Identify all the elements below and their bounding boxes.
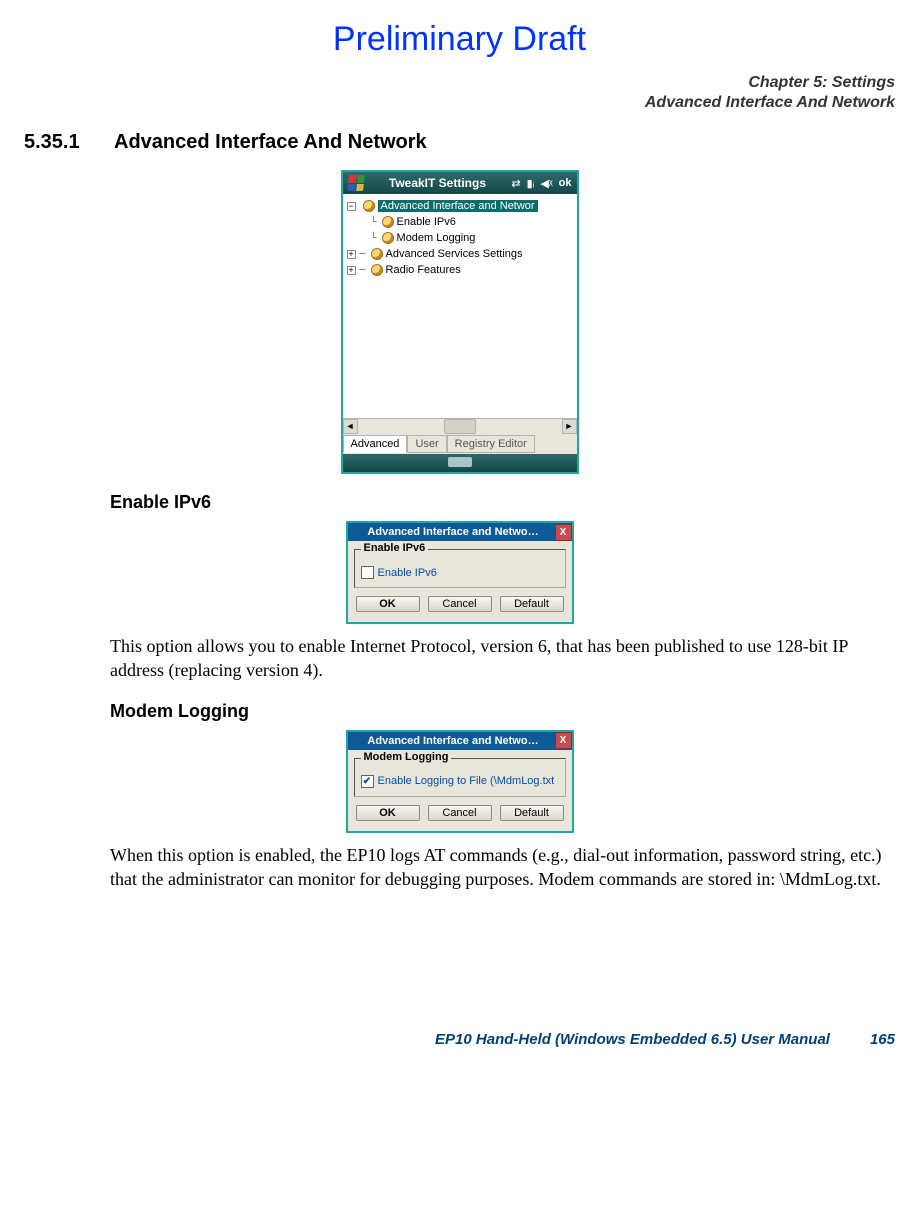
checkbox-enable-ipv6[interactable] — [361, 566, 374, 579]
tree-row[interactable]: └ Modem Logging — [347, 230, 573, 246]
cancel-button[interactable]: Cancel — [428, 596, 492, 612]
tree-item-label[interactable]: Radio Features — [386, 264, 461, 276]
dialog-title: Advanced Interface and Netwo… — [352, 735, 555, 747]
footer-doc-title: EP10 Hand-Held (Windows Embedded 6.5) Us… — [435, 1031, 830, 1048]
tree-row[interactable]: └ Enable IPv6 — [347, 214, 573, 230]
tree-item-label[interactable]: Modem Logging — [397, 232, 476, 244]
default-button[interactable]: Default — [500, 596, 564, 612]
window-bottombar[interactable] — [343, 454, 577, 472]
start-menu-icon[interactable] — [347, 175, 365, 191]
settings-tree[interactable]: − Advanced Interface and Networ └ Enable… — [343, 194, 577, 418]
footer-page-number: 165 — [870, 1031, 895, 1048]
checkbox-enable-logging[interactable]: ✔ — [361, 775, 374, 788]
gear-icon — [382, 232, 394, 244]
tab-strip: Advanced User Registry Editor — [343, 434, 577, 454]
fieldset-legend: Enable IPv6 — [361, 542, 429, 554]
ok-button[interactable]: ok — [559, 177, 572, 190]
fieldset-legend: Modem Logging — [361, 751, 452, 763]
fieldset-enable-ipv6: Enable IPv6 Enable IPv6 — [354, 549, 566, 588]
manual-page: Preliminary Draft Chapter 5: Settings Ad… — [0, 0, 919, 1068]
subheading-modem-logging: Modem Logging — [110, 701, 895, 722]
ok-button[interactable]: OK — [356, 805, 420, 821]
preliminary-draft-label: Preliminary Draft — [24, 20, 895, 59]
tab-user[interactable]: User — [407, 435, 446, 453]
dialog-modem-logging: Advanced Interface and Netwo… X Modem Lo… — [346, 730, 574, 833]
dialog-enable-ipv6: Advanced Interface and Netwo… X Enable I… — [346, 521, 574, 624]
checkbox-label: Enable Logging to File (\MdmLog.txt — [378, 775, 555, 787]
paragraph-modem: When this option is enabled, the EP10 lo… — [110, 843, 895, 892]
scroll-right-icon[interactable]: ► — [562, 419, 577, 434]
screenshot-tweakit-settings: TweakIT Settings ⇄ ▮ᵢ ◀ᵡ ok − Advanced I… — [341, 170, 579, 474]
tab-advanced[interactable]: Advanced — [343, 435, 408, 453]
chapter-header: Chapter 5: Settings Advanced Interface A… — [24, 73, 895, 113]
expand-icon[interactable]: + — [347, 250, 356, 259]
checkbox-row[interactable]: ✔ Enable Logging to File (\MdmLog.txt — [361, 775, 559, 788]
cancel-button[interactable]: Cancel — [428, 805, 492, 821]
expand-icon[interactable]: + — [347, 266, 356, 275]
collapse-icon[interactable]: − — [347, 202, 356, 211]
dialog-titlebar: Advanced Interface and Netwo… X — [348, 523, 572, 541]
window-title: TweakIT Settings — [368, 176, 508, 190]
scroll-left-icon[interactable]: ◄ — [343, 419, 358, 434]
subheading-enable-ipv6: Enable IPv6 — [110, 492, 895, 513]
paragraph-ipv6: This option allows you to enable Interne… — [110, 634, 895, 683]
checkbox-label: Enable IPv6 — [378, 567, 437, 579]
tree-item-label[interactable]: Enable IPv6 — [397, 216, 456, 228]
chapter-header-line1: Chapter 5: Settings — [24, 73, 895, 93]
close-icon[interactable]: X — [555, 732, 572, 749]
section-heading: 5.35.1 Advanced Interface And Network — [24, 131, 895, 154]
scroll-thumb[interactable] — [444, 419, 476, 434]
section-number: 5.35.1 — [24, 131, 98, 154]
ok-button[interactable]: OK — [356, 596, 420, 612]
default-button[interactable]: Default — [500, 805, 564, 821]
tab-registry-editor[interactable]: Registry Editor — [447, 435, 535, 453]
gear-icon — [382, 216, 394, 228]
tree-item-selected[interactable]: Advanced Interface and Networ — [378, 200, 538, 212]
speaker-icon[interactable]: ◀ᵡ — [540, 177, 552, 190]
gear-icon — [371, 264, 383, 276]
chapter-header-line2: Advanced Interface And Network — [24, 93, 895, 113]
section-title: Advanced Interface And Network — [114, 131, 427, 154]
tree-row[interactable]: + ─ Advanced Services Settings — [347, 246, 573, 262]
horizontal-scrollbar[interactable]: ◄ ► — [343, 418, 577, 434]
tree-item-label[interactable]: Advanced Services Settings — [386, 248, 523, 260]
signal-icon[interactable]: ▮ᵢ — [527, 177, 535, 190]
gear-icon — [371, 248, 383, 260]
tree-row[interactable]: + ─ Radio Features — [347, 262, 573, 278]
page-footer: EP10 Hand-Held (Windows Embedded 6.5) Us… — [24, 1031, 895, 1048]
close-icon[interactable]: X — [555, 524, 572, 541]
window-titlebar: TweakIT Settings ⇄ ▮ᵢ ◀ᵡ ok — [343, 172, 577, 194]
tree-row[interactable]: − Advanced Interface and Networ — [347, 198, 573, 214]
fieldset-modem-logging: Modem Logging ✔ Enable Logging to File (… — [354, 758, 566, 797]
connectivity-icon[interactable]: ⇄ — [511, 177, 520, 190]
dialog-titlebar: Advanced Interface and Netwo… X — [348, 732, 572, 750]
checkbox-row[interactable]: Enable IPv6 — [361, 566, 559, 579]
dialog-title: Advanced Interface and Netwo… — [352, 526, 555, 538]
gear-icon — [363, 200, 375, 212]
